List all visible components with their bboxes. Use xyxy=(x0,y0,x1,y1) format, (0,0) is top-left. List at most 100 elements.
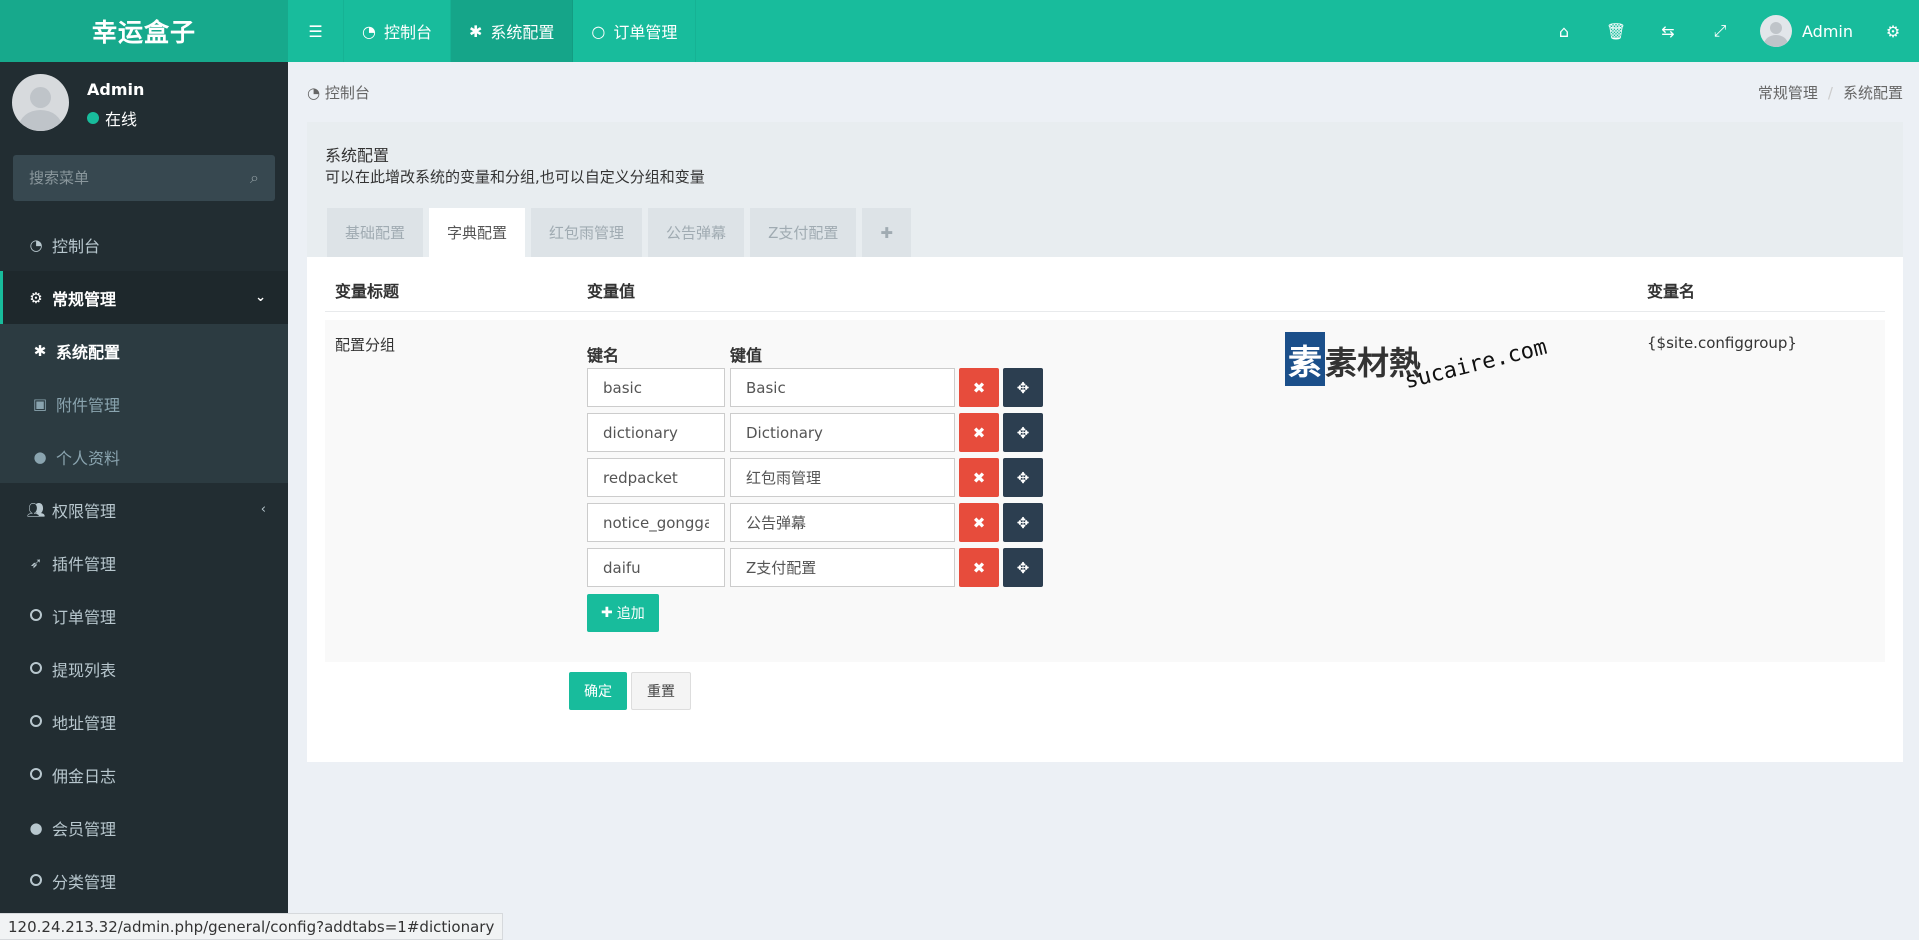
clear-cache-button[interactable]: 🗑︎ xyxy=(1590,0,1642,62)
sidebar-item-orders[interactable]: 订单管理 xyxy=(0,589,288,642)
tab-add[interactable]: ✚ xyxy=(862,208,911,257)
sidebar-toggle-button[interactable]: ☰ xyxy=(288,0,344,62)
sidebar-item-commission-log[interactable]: 佣金日志 xyxy=(0,748,288,801)
sidebar-item-addresses[interactable]: 地址管理 xyxy=(0,695,288,748)
tab-zpay[interactable]: Z支付配置 xyxy=(750,208,857,257)
top-tab-system-config[interactable]: ✱ 系统配置 xyxy=(450,0,574,62)
top-tab-orders[interactable]: ○ 订单管理 xyxy=(573,0,697,62)
app-logo[interactable]: 幸运盒子 xyxy=(0,0,288,62)
user-name: Admin xyxy=(1802,21,1853,41)
drag-handle[interactable]: ✥ xyxy=(1003,503,1043,542)
online-dot-icon xyxy=(87,112,99,124)
circle-icon xyxy=(26,713,46,731)
breadcrumb-item[interactable]: 系统配置 xyxy=(1843,84,1903,102)
key-input[interactable] xyxy=(587,368,725,407)
breadcrumb: 常规管理 / 系统配置 xyxy=(1758,82,1903,103)
value-input[interactable] xyxy=(730,368,955,407)
top-tab-label: 控制台 xyxy=(383,23,432,42)
watermark-en: sucaire.com xyxy=(1402,334,1550,395)
remove-button[interactable]: ✖ xyxy=(959,413,999,452)
content-header: ◔ 控制台 常规管理 / 系统配置 xyxy=(307,82,1903,106)
sidebar-menu: ◔ 控制台 ⚙ 常规管理 ⌄ ✱ 系统配置 ▣ 附件管理 ● 个人资料 👥︎ 权… xyxy=(0,218,288,907)
value-input[interactable] xyxy=(730,503,955,542)
top-tab-dashboard[interactable]: ◔ 控制台 xyxy=(344,0,451,62)
value-input[interactable] xyxy=(730,548,955,587)
key-input[interactable] xyxy=(587,548,725,587)
watermark: 素 素材熱 sucaire.com xyxy=(1285,332,1550,394)
browser-status-bar: 120.24.213.32/admin.php/general/config?a… xyxy=(0,913,504,940)
search-input[interactable] xyxy=(29,169,251,187)
sidebar-item-label: 插件管理 xyxy=(52,554,117,574)
value-input[interactable] xyxy=(730,458,955,497)
sidebar-item-label: 权限管理 xyxy=(52,501,117,521)
reset-button[interactable]: 重置 xyxy=(631,672,691,710)
drag-handle[interactable]: ✥ xyxy=(1003,548,1043,587)
sidebar-item-plugins[interactable]: ➶ 插件管理 xyxy=(0,536,288,589)
sidebar-item-label: 订单管理 xyxy=(52,607,117,627)
top-header: 幸运盒子 ☰ ◔ 控制台 ✱ 系统配置 ○ 订单管理 ⌂ 🗑︎ ⇆ ⤢ Admi… xyxy=(0,0,1919,62)
sidebar-item-categories[interactable]: 分类管理 xyxy=(0,854,288,907)
tab-dictionary[interactable]: 字典配置 xyxy=(429,208,526,257)
sidebar-item-dashboard[interactable]: ◔ 控制台 xyxy=(0,218,288,271)
tab-redpacket[interactable]: 红包雨管理 xyxy=(531,208,643,257)
sidebar-item-withdrawals[interactable]: 提现列表 xyxy=(0,642,288,695)
sidebar-item-label: 地址管理 xyxy=(52,713,117,733)
sidebar: Admin 在线 ⌕ ◔ 控制台 ⚙ 常规管理 ⌄ ✱ 系统配置 ▣ 附件管理 xyxy=(0,62,288,940)
user-menu[interactable]: Admin xyxy=(1746,0,1867,62)
confirm-button[interactable]: 确定 xyxy=(569,672,627,710)
drag-handle[interactable]: ✥ xyxy=(1003,368,1043,407)
drag-handle[interactable]: ✥ xyxy=(1003,458,1043,497)
translate-icon: ⇆ xyxy=(1661,21,1675,41)
key-input[interactable] xyxy=(587,413,725,452)
user-icon: ● xyxy=(29,818,43,837)
append-button[interactable]: ✚ 追加 xyxy=(587,594,659,632)
remove-button[interactable]: ✖ xyxy=(959,548,999,587)
circle-icon xyxy=(26,660,46,678)
fullscreen-button[interactable]: ⤢ xyxy=(1694,0,1746,62)
search-icon[interactable]: ⌕ xyxy=(250,168,259,188)
form-actions: 确定 重置 xyxy=(569,672,691,710)
image-icon: ▣ xyxy=(32,394,48,413)
sidebar-item-label: 佣金日志 xyxy=(52,766,117,786)
dashboard-icon: ◔ xyxy=(362,21,376,41)
close-icon: ✖ xyxy=(972,423,986,442)
sidebar-item-system-config[interactable]: ✱ 系统配置 xyxy=(0,324,288,377)
sidebar-item-attachments[interactable]: ▣ 附件管理 xyxy=(0,377,288,430)
cogs-icon: ⚙ xyxy=(29,288,43,307)
drag-handle[interactable]: ✥ xyxy=(1003,413,1043,452)
rocket-icon: ➶ xyxy=(29,553,43,572)
sidebar-item-permissions[interactable]: 👥︎ 权限管理 ‹ xyxy=(0,483,288,536)
home-button[interactable]: ⌂ xyxy=(1538,0,1590,62)
language-button[interactable]: ⇆ xyxy=(1642,0,1694,62)
sidebar-item-general[interactable]: ⚙ 常规管理 ⌄ xyxy=(0,271,288,324)
sidebar-item-members[interactable]: ● 会员管理 xyxy=(0,801,288,854)
remove-button[interactable]: ✖ xyxy=(959,503,999,542)
gear-icon: ✱ xyxy=(33,341,47,360)
settings-button[interactable]: ⚙ xyxy=(1867,0,1919,62)
row-label: 配置分组 xyxy=(335,336,396,354)
key-input[interactable] xyxy=(587,503,725,542)
remove-button[interactable]: ✖ xyxy=(959,368,999,407)
sidebar-submenu: ✱ 系统配置 ▣ 附件管理 ● 个人资料 xyxy=(0,324,288,483)
chevron-left-icon: ‹ xyxy=(260,502,266,517)
tab-notice[interactable]: 公告弹幕 xyxy=(648,208,745,257)
table-header: 变量标题 变量值 变量名 xyxy=(325,270,1885,312)
dashboard-icon: ◔ xyxy=(29,235,43,254)
sidebar-item-label: 会员管理 xyxy=(52,819,117,839)
sidebar-item-label: 个人资料 xyxy=(56,448,121,468)
circle-icon xyxy=(26,872,46,890)
sidebar-item-label: 控制台 xyxy=(52,236,101,256)
key-input[interactable] xyxy=(587,458,725,497)
sidebar-item-profile[interactable]: ● 个人资料 xyxy=(0,430,288,483)
breadcrumb-item[interactable]: 常规管理 xyxy=(1758,84,1818,102)
variable-name: {$site.configgroup} xyxy=(1647,334,1797,352)
top-tab-label: 订单管理 xyxy=(613,23,678,42)
move-icon: ✥ xyxy=(1016,378,1030,397)
config-panel: 系统配置 可以在此增改系统的变量和分组,也可以自定义分组和变量 基础配置 字典配… xyxy=(307,122,1903,762)
sidebar-item-label: 分类管理 xyxy=(52,872,117,892)
value-input[interactable] xyxy=(730,413,955,452)
column-header: 变量标题 xyxy=(335,282,400,301)
tab-basic[interactable]: 基础配置 xyxy=(327,208,424,257)
sidebar-search: ⌕ xyxy=(13,155,275,201)
remove-button[interactable]: ✖ xyxy=(959,458,999,497)
